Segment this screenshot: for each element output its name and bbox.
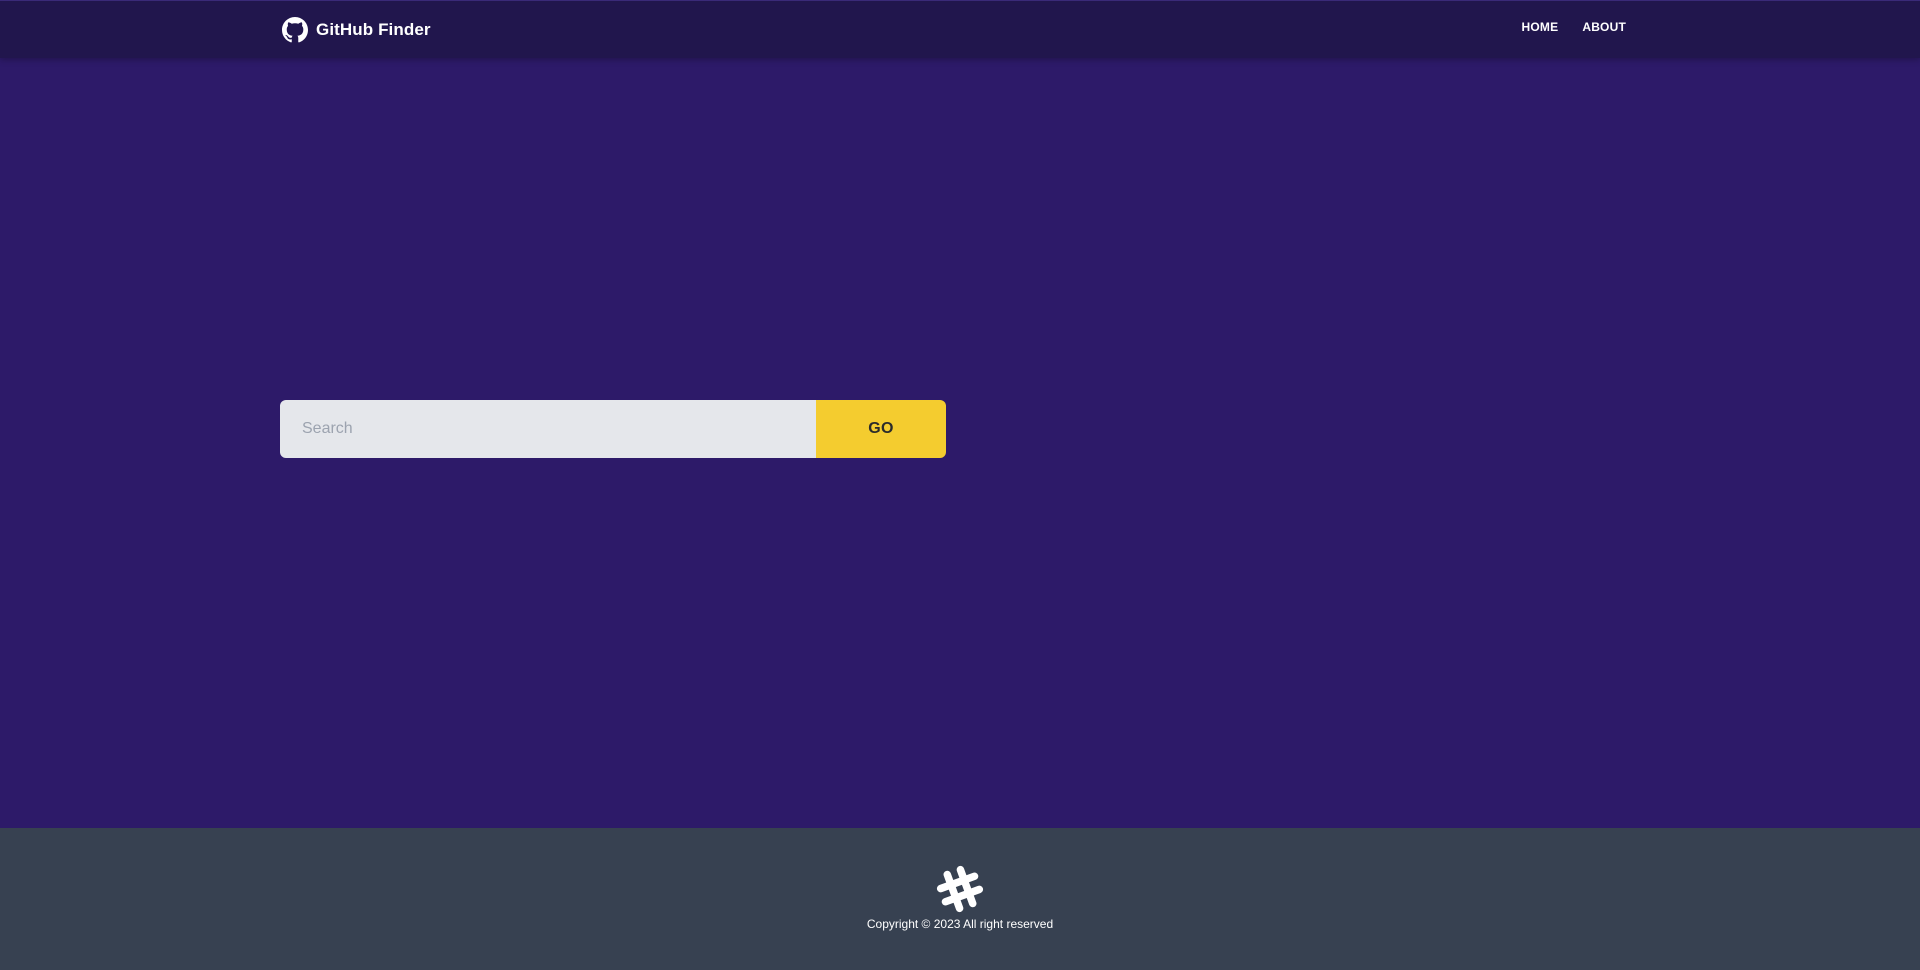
page: GitHub Finder HOME ABOUT GO Copyright © … — [0, 0, 1920, 970]
hash-logo-icon — [936, 865, 984, 913]
navbar: GitHub Finder HOME ABOUT — [0, 0, 1920, 58]
nav-about-link[interactable]: ABOUT — [1582, 20, 1626, 34]
brand-link[interactable]: GitHub Finder — [282, 17, 431, 43]
search-input[interactable] — [280, 400, 816, 458]
search-form: GO — [280, 400, 946, 458]
nav-links: HOME ABOUT — [1522, 20, 1626, 34]
nav-home-link[interactable]: HOME — [1522, 20, 1559, 34]
footer: Copyright © 2023 All right reserved — [0, 828, 1920, 970]
github-icon — [282, 17, 308, 43]
footer-copyright: Copyright © 2023 All right reserved — [866, 917, 1054, 931]
brand-name: GitHub Finder — [316, 20, 431, 39]
go-button[interactable]: GO — [816, 400, 946, 458]
